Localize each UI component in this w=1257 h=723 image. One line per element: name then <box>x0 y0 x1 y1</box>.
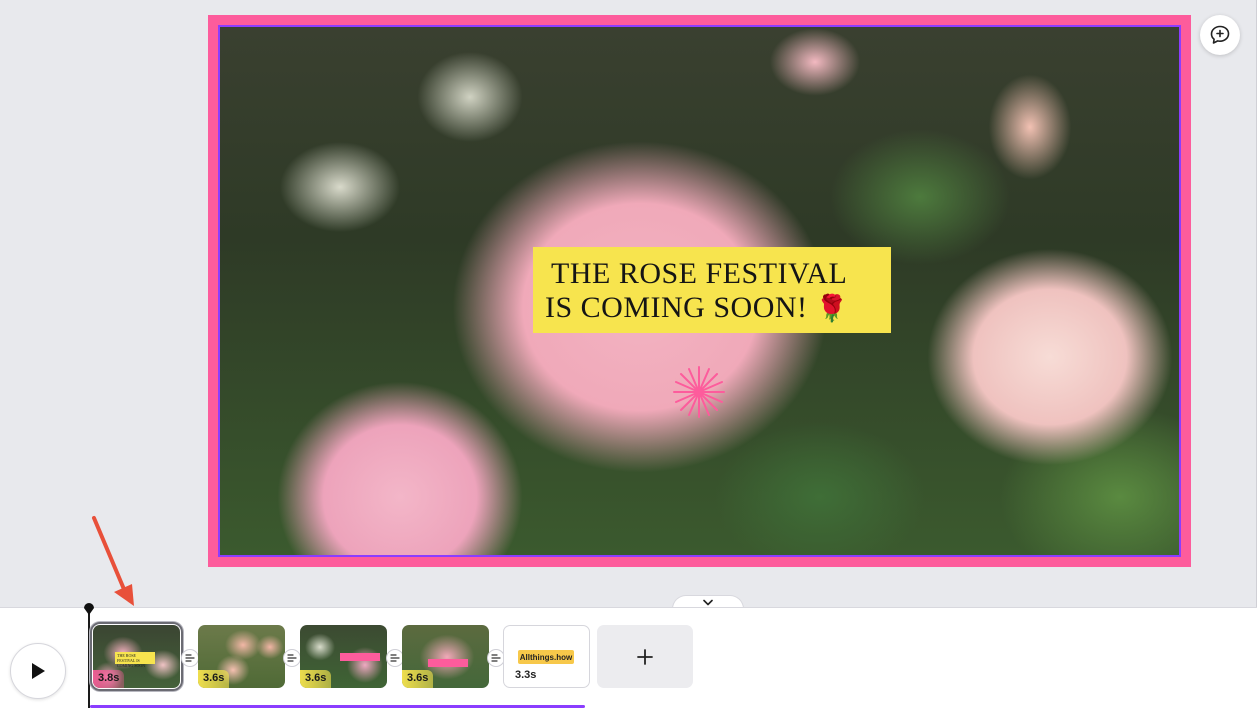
clip-mini-caption: THE ROSE FESTIVAL IS COMING SOON <box>115 652 155 668</box>
chevron-down-icon <box>703 599 713 606</box>
timeline-clip-3[interactable]: 3.6s <box>300 625 387 688</box>
playhead[interactable] <box>88 608 90 708</box>
clip-duration: 3.3s <box>515 669 537 681</box>
plus-icon <box>637 648 653 665</box>
sparkle-icon <box>673 366 725 418</box>
clip-duration: 3.6s <box>198 670 230 688</box>
add-comment-button[interactable] <box>1200 15 1240 55</box>
transition-icon <box>185 654 195 662</box>
caption-text-box[interactable]: THE ROSE FESTIVAL IS COMING SOON! 🌹 <box>533 247 891 333</box>
clip-pink-tag <box>340 653 380 661</box>
annotation-arrow <box>92 516 134 606</box>
clip-duration: 3.8s <box>93 670 125 688</box>
playhead-handle-icon[interactable] <box>82 602 96 616</box>
canvas-area: THE ROSE FESTIVAL IS COMING SOON! 🌹 <box>0 0 1257 607</box>
comment-plus-icon <box>1210 25 1230 44</box>
rose-background-image[interactable]: THE ROSE FESTIVAL IS COMING SOON! 🌹 <box>218 25 1181 557</box>
timeline-clip-5[interactable]: Allthings.how 3.3s <box>503 625 590 688</box>
transition-icon <box>491 654 501 662</box>
design-page-frame[interactable]: THE ROSE FESTIVAL IS COMING SOON! 🌹 <box>208 15 1191 567</box>
add-page-button[interactable] <box>597 625 693 688</box>
transition-icon <box>287 654 297 662</box>
timeline-clip-2[interactable]: 3.6s <box>198 625 285 688</box>
play-icon <box>32 663 45 679</box>
brand-logo: Allthings.how <box>518 650 574 664</box>
play-button[interactable] <box>10 643 66 699</box>
transition-icon <box>390 654 400 662</box>
clip-pink-tag <box>428 659 468 667</box>
clip-duration: 3.6s <box>402 670 434 688</box>
rose-emoji-icon: 🌹 <box>815 294 849 323</box>
timeline-clip-1[interactable]: THE ROSE FESTIVAL IS COMING SOON 3.8s <box>90 622 183 691</box>
caption-line-2: IS COMING SOON! 🌹 <box>545 291 849 324</box>
transition-button-1[interactable] <box>181 649 199 667</box>
timeline-progress-bar <box>90 705 585 708</box>
transition-button-2[interactable] <box>283 649 301 667</box>
caption-line-1: THE ROSE FESTIVAL <box>551 257 848 290</box>
clip-duration: 3.6s <box>300 670 332 688</box>
timeline-panel: THE ROSE FESTIVAL IS COMING SOON 3.8s 3.… <box>0 603 1257 723</box>
timeline-clip-4[interactable]: 3.6s <box>402 625 489 688</box>
